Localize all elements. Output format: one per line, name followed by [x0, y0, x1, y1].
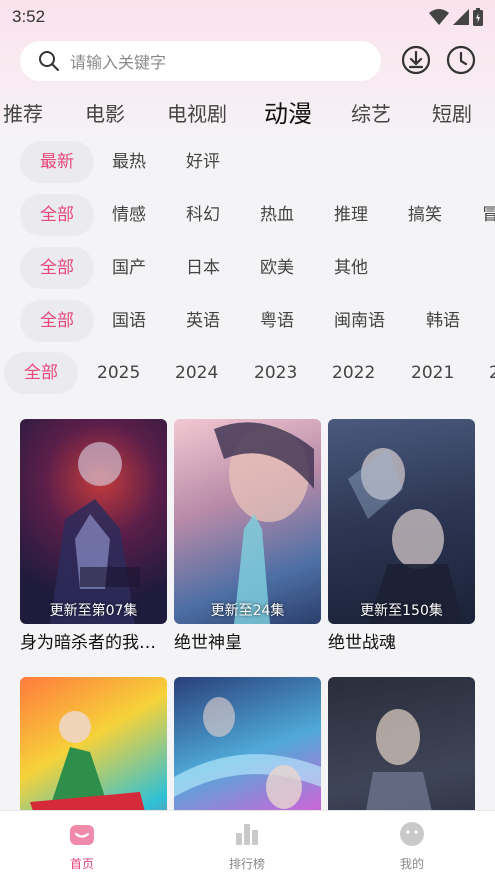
home-icon — [70, 825, 94, 845]
nav-profile-label: 我的 — [399, 857, 424, 871]
bottom-navigation: 首页 排行榜 我的 — [0, 810, 495, 880]
episode-badge: 更新至150集 — [360, 603, 443, 619]
genre-chip-action[interactable]: 热血 — [260, 194, 294, 236]
poster-art — [348, 448, 463, 624]
status-time: 3:52 — [12, 7, 46, 26]
episode-badge: 更新至第07集 — [49, 603, 138, 619]
region-chip-japan[interactable]: 日本 — [186, 247, 220, 289]
genre-chip-comedy[interactable]: 搞笑 — [408, 194, 442, 236]
ranking-icon — [236, 824, 258, 845]
sort-chip-latest[interactable]: 最新 — [20, 141, 94, 183]
year-filter-row: 全部 2025 2024 2023 2022 2021 2 — [0, 352, 495, 396]
card-title: 身为暗杀者的我… — [20, 633, 156, 653]
status-icons — [429, 8, 483, 26]
poster-image: 更新至150集 — [328, 419, 475, 624]
download-icon[interactable] — [400, 44, 432, 76]
tab-movie[interactable]: 电影 — [85, 98, 125, 127]
language-chip-minnan[interactable]: 闽南语 — [334, 300, 385, 342]
language-chip-all[interactable]: 全部 — [20, 300, 94, 342]
poster-art — [214, 422, 314, 624]
search-icon — [39, 51, 59, 71]
nav-profile[interactable]: 我的 — [372, 821, 452, 872]
poster-art — [50, 442, 140, 624]
anime-card[interactable]: 更新至150集 绝世战魂 — [328, 419, 475, 653]
year-chip-2021[interactable]: 2021 — [411, 352, 454, 394]
region-chip-other[interactable]: 其他 — [334, 247, 368, 289]
category-tabs: 推荐 电影 电视剧 动漫 综艺 短剧 — [0, 88, 495, 134]
tab-anime[interactable]: 动漫 — [264, 94, 312, 129]
region-chip-western[interactable]: 欧美 — [260, 247, 294, 289]
tab-recommend[interactable]: 推荐 — [3, 98, 43, 127]
nav-home-label: 首页 — [69, 857, 94, 871]
language-chip-english[interactable]: 英语 — [186, 300, 220, 342]
genre-chip-scifi[interactable]: 科幻 — [186, 194, 220, 236]
sort-chip-top-rated[interactable]: 好评 — [186, 141, 220, 183]
poster-image: 更新至24集 — [174, 419, 321, 624]
poster-image: 更新至第07集 — [20, 419, 167, 624]
year-chip-2024[interactable]: 2024 — [175, 352, 218, 394]
language-chip-korean[interactable]: 韩语 — [426, 300, 460, 342]
tab-short-drama[interactable]: 短剧 — [432, 98, 472, 127]
genre-chip-adventure[interactable]: 冒 — [482, 194, 495, 236]
sort-chip-hottest[interactable]: 最热 — [112, 141, 146, 183]
anime-card[interactable]: 更新至第07集 身为暗杀者的我… — [20, 419, 167, 653]
tab-tv-series[interactable]: 电视剧 — [167, 98, 227, 127]
search-row: 请输入关键字 — [20, 40, 480, 82]
region-filter-row: 全部 国产 日本 欧美 其他 — [0, 247, 495, 291]
nav-home[interactable]: 首页 — [42, 821, 122, 872]
language-filter-row: 全部 国语 英语 粤语 闽南语 韩语 — [0, 300, 495, 344]
sort-filter-row: 最新 最热 好评 — [0, 141, 495, 185]
wifi-icon — [429, 9, 449, 25]
year-chip-2020[interactable]: 2 — [489, 352, 495, 394]
card-title: 绝世神皇 — [174, 633, 242, 653]
search-input[interactable]: 请输入关键字 — [20, 41, 381, 81]
history-icon[interactable] — [445, 44, 477, 76]
genre-chip-all[interactable]: 全部 — [20, 194, 94, 236]
genre-filter-row: 全部 情感 科幻 热血 推理 搞笑 冒 — [0, 194, 495, 238]
genre-chip-mystery[interactable]: 推理 — [334, 194, 368, 236]
profile-icon — [400, 822, 424, 846]
language-chip-mandarin[interactable]: 国语 — [112, 300, 146, 342]
genre-chip-romance[interactable]: 情感 — [112, 194, 146, 236]
year-chip-2025[interactable]: 2025 — [97, 352, 140, 394]
search-placeholder: 请输入关键字 — [70, 53, 167, 72]
episode-badge: 更新至24集 — [210, 603, 285, 619]
year-chip-2023[interactable]: 2023 — [254, 352, 297, 394]
region-chip-all[interactable]: 全部 — [20, 247, 94, 289]
card-title: 绝世战魂 — [328, 633, 396, 653]
language-chip-cantonese[interactable]: 粤语 — [260, 300, 294, 342]
tab-variety[interactable]: 综艺 — [351, 98, 391, 127]
nav-ranking[interactable]: 排行榜 — [207, 821, 287, 872]
year-chip-all[interactable]: 全部 — [4, 352, 78, 394]
battery-icon — [473, 8, 483, 26]
anime-card[interactable]: 更新至24集 绝世神皇 — [174, 419, 321, 653]
region-chip-domestic[interactable]: 国产 — [112, 247, 146, 289]
signal-icon — [453, 9, 469, 25]
year-chip-2022[interactable]: 2022 — [332, 352, 375, 394]
status-bar: 3:52 — [0, 0, 495, 34]
nav-ranking-label: 排行榜 — [228, 857, 265, 871]
